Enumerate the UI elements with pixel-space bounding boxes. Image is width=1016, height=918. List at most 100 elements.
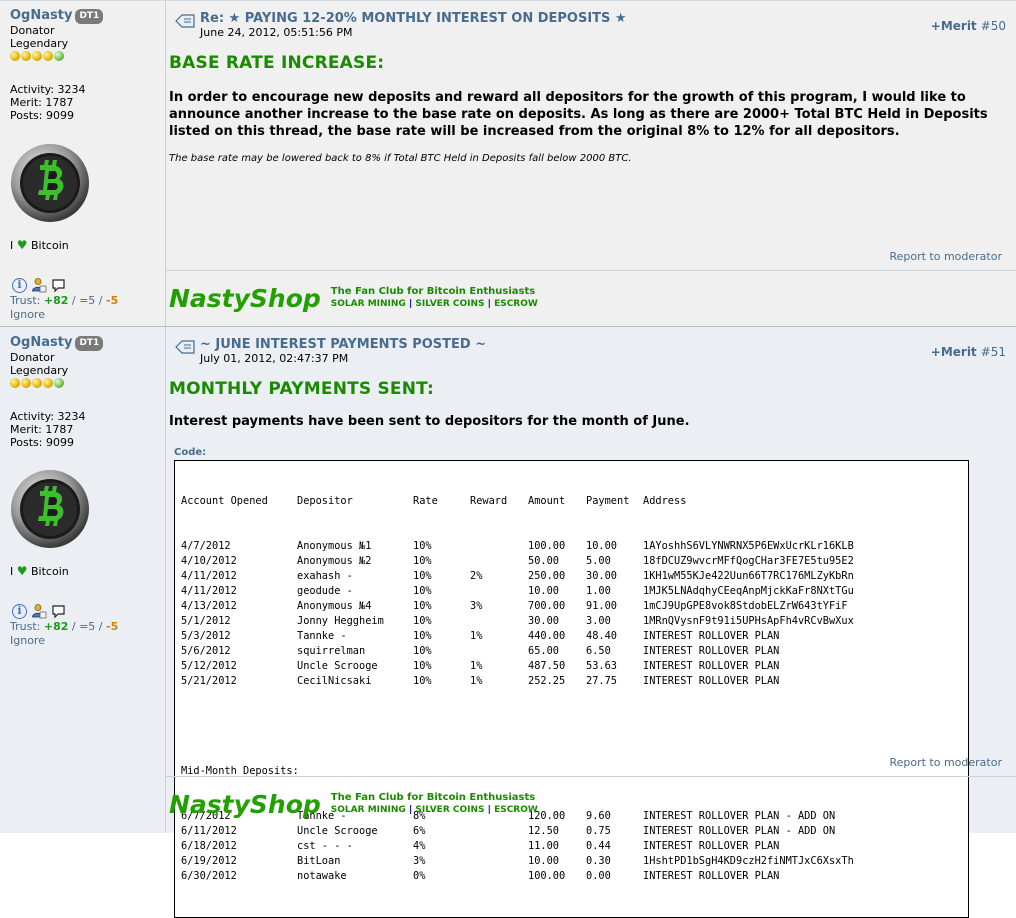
table-cell: CecilNicsaki xyxy=(297,675,372,687)
table-cell: Tannke - xyxy=(297,630,347,642)
table-cell: 18fDCUZ9wvcrMFfQogCHar3FE7E5tu95E2 xyxy=(643,555,854,567)
posts-count: Posts: 9099 xyxy=(10,109,74,122)
table-row: 6/18/2012 cst - - - 4% 11.00 0.44 INTEREST RO… xyxy=(181,839,962,854)
nastyshop-logo-link[interactable]: NastyShop xyxy=(169,285,321,313)
table-cell: INTEREST ROLLOVER PLAN xyxy=(643,870,780,882)
post-heading: BASE RATE INCREASE: xyxy=(169,53,385,73)
table-cell: 1MJK5LNAdqhyCEeqAnpMjckKaFr8NXtTGu xyxy=(643,585,854,597)
table-row: 5/21/2012 CecilNicsaki 10% 1% 252.25 27.75 INT… xyxy=(181,674,962,689)
table-cell xyxy=(470,584,528,599)
message-icon[interactable] xyxy=(51,604,66,619)
table-cell: 5/3/2012 xyxy=(181,630,231,642)
post-number-link[interactable]: #51 xyxy=(981,345,1006,359)
post-number-link[interactable]: #50 xyxy=(981,19,1006,33)
table-cell: 1HshtPD1bSgH4KD9czH2fiNMTJxC6XsxTh xyxy=(643,855,854,867)
report-to-moderator-link[interactable]: Report to moderator xyxy=(889,756,1002,769)
midmonth-rows: 6/7/2012 Tannke -8% 120.00 9.60 INTEREST ROL… xyxy=(181,809,962,884)
table-cell: 30.00 xyxy=(528,615,559,627)
table-cell: exahash - xyxy=(297,570,353,582)
table-row: 6/11/2012 Uncle Scrooge 6% 12.50 0.75 INTERES… xyxy=(181,824,962,839)
table-cell: 6.50 xyxy=(586,645,611,657)
posts-count: Posts: 9099 xyxy=(10,436,74,449)
escrow-link[interactable]: ESCROW xyxy=(494,805,538,815)
table-cell: 5/6/2012 xyxy=(181,645,231,657)
escrow-link[interactable]: ESCROW xyxy=(494,299,538,309)
table-cell: 5.00 xyxy=(586,555,611,567)
table-cell: 6/18/2012 xyxy=(181,840,237,852)
trust-score: Trust: +82 / =5 / -5 xyxy=(10,620,119,633)
table-cell: 10.00 xyxy=(586,540,617,552)
table-cell: 10% xyxy=(413,555,432,567)
rank-coins-icon xyxy=(10,51,160,63)
code-block[interactable]: Account Opened Depositor Rate Reward Amount P… xyxy=(174,460,969,918)
merit-button[interactable]: +Merit #50 xyxy=(931,19,1006,33)
table-row: 5/1/2012 Jonny Heggheim 10% 30.00 3.00 1MRnQV… xyxy=(181,614,962,629)
table-cell: 10.00 xyxy=(528,855,559,867)
post-content: ~ JUNE INTEREST PAYMENTS POSTED ~ July 0… xyxy=(165,327,1016,918)
post-subject-link[interactable]: Re: ★ PAYING 12-20% MONTHLY INTEREST ON … xyxy=(200,11,627,26)
table-cell: 10.00 xyxy=(528,585,559,597)
table-cell: 1% xyxy=(470,660,483,672)
table-cell: INTEREST ROLLOVER PLAN xyxy=(643,675,780,687)
silver-coins-link[interactable]: SILVER COINS xyxy=(415,299,484,309)
author-name-link[interactable]: OgNasty xyxy=(10,336,72,349)
solar-mining-link[interactable]: SOLAR MINING xyxy=(331,805,406,815)
code-label: Code: xyxy=(174,447,207,458)
table-cell: 0.30 xyxy=(586,855,611,867)
table-cell: 10% xyxy=(413,570,432,582)
activity-count: Activity: 3234 xyxy=(10,410,86,423)
ignore-link[interactable]: Ignore xyxy=(10,634,45,647)
post-subject-link[interactable]: ~ JUNE INTEREST PAYMENTS POSTED ~ xyxy=(200,337,486,352)
nastyshop-logo-link[interactable]: NastyShop xyxy=(169,791,321,819)
table-cell: 10% xyxy=(413,660,432,672)
bitcoin-avatar-icon xyxy=(11,144,89,222)
post-50: OgNasty DT1 Donator Legendary Activity: 3… xyxy=(0,0,1016,327)
activity-count: Activity: 3234 xyxy=(10,83,86,96)
table-cell xyxy=(470,854,528,869)
ignore-link[interactable]: Ignore xyxy=(10,308,45,321)
table-cell: 252.25 xyxy=(528,675,566,687)
post-subject-icon xyxy=(175,340,195,354)
silver-coins-link[interactable]: SILVER COINS xyxy=(415,805,484,815)
table-cell: 10% xyxy=(413,630,432,642)
signature-tagline: The Fan Club for Bitcoin Enthusiasts xyxy=(330,792,536,803)
table-cell: Anonymous №2 xyxy=(297,555,372,567)
table-cell xyxy=(470,614,528,629)
merit-button[interactable]: +Merit #51 xyxy=(931,345,1006,359)
table-row: 4/7/2012 Anonymous №1 10% 100.00 10.00 1AYosh… xyxy=(181,539,962,554)
table-cell: 53.63 xyxy=(586,660,617,672)
table-cell: 6/19/2012 xyxy=(181,855,237,867)
table-cell xyxy=(470,539,528,554)
table-cell: 10% xyxy=(413,600,432,612)
report-to-moderator-link[interactable]: Report to moderator xyxy=(889,250,1002,263)
post-note: The base rate may be lowered back to 8% … xyxy=(169,153,632,164)
table-cell: 0.44 xyxy=(586,840,611,852)
table-cell: 1% xyxy=(470,630,483,642)
table-cell: 10% xyxy=(413,585,432,597)
table-cell: 3% xyxy=(470,600,483,612)
user-profile-icon[interactable] xyxy=(31,603,47,619)
signature-divider xyxy=(166,270,1016,271)
table-cell: 65.00 xyxy=(528,645,559,657)
rank-coins-icon xyxy=(10,378,160,390)
rank-legendary: Legendary xyxy=(10,364,69,377)
dt-badge: DT1 xyxy=(75,9,104,24)
table-cell: cst - - - xyxy=(297,840,353,852)
info-icon[interactable]: i xyxy=(12,277,27,293)
table-cell: 4/13/2012 xyxy=(181,600,237,612)
post-paragraph: Interest payments have been sent to depo… xyxy=(169,414,690,429)
solar-mining-link[interactable]: SOLAR MINING xyxy=(331,299,406,309)
table-cell: 5/12/2012 xyxy=(181,660,237,672)
table-cell: 30.00 xyxy=(586,570,617,582)
post-heading: MONTHLY PAYMENTS SENT: xyxy=(169,379,435,399)
table-cell: INTEREST ROLLOVER PLAN xyxy=(643,840,780,852)
table-cell: 487.50 xyxy=(528,660,566,672)
post-body: MONTHLY PAYMENTS SENT: Interest payments… xyxy=(169,379,1002,430)
table-cell: 11.00 xyxy=(528,840,559,852)
message-icon[interactable] xyxy=(51,278,66,293)
author-name-link[interactable]: OgNasty xyxy=(10,9,72,22)
table-cell xyxy=(470,554,528,569)
table-cell: 9.60 xyxy=(586,810,611,822)
info-icon[interactable]: i xyxy=(12,603,27,619)
user-profile-icon[interactable] xyxy=(31,277,47,293)
